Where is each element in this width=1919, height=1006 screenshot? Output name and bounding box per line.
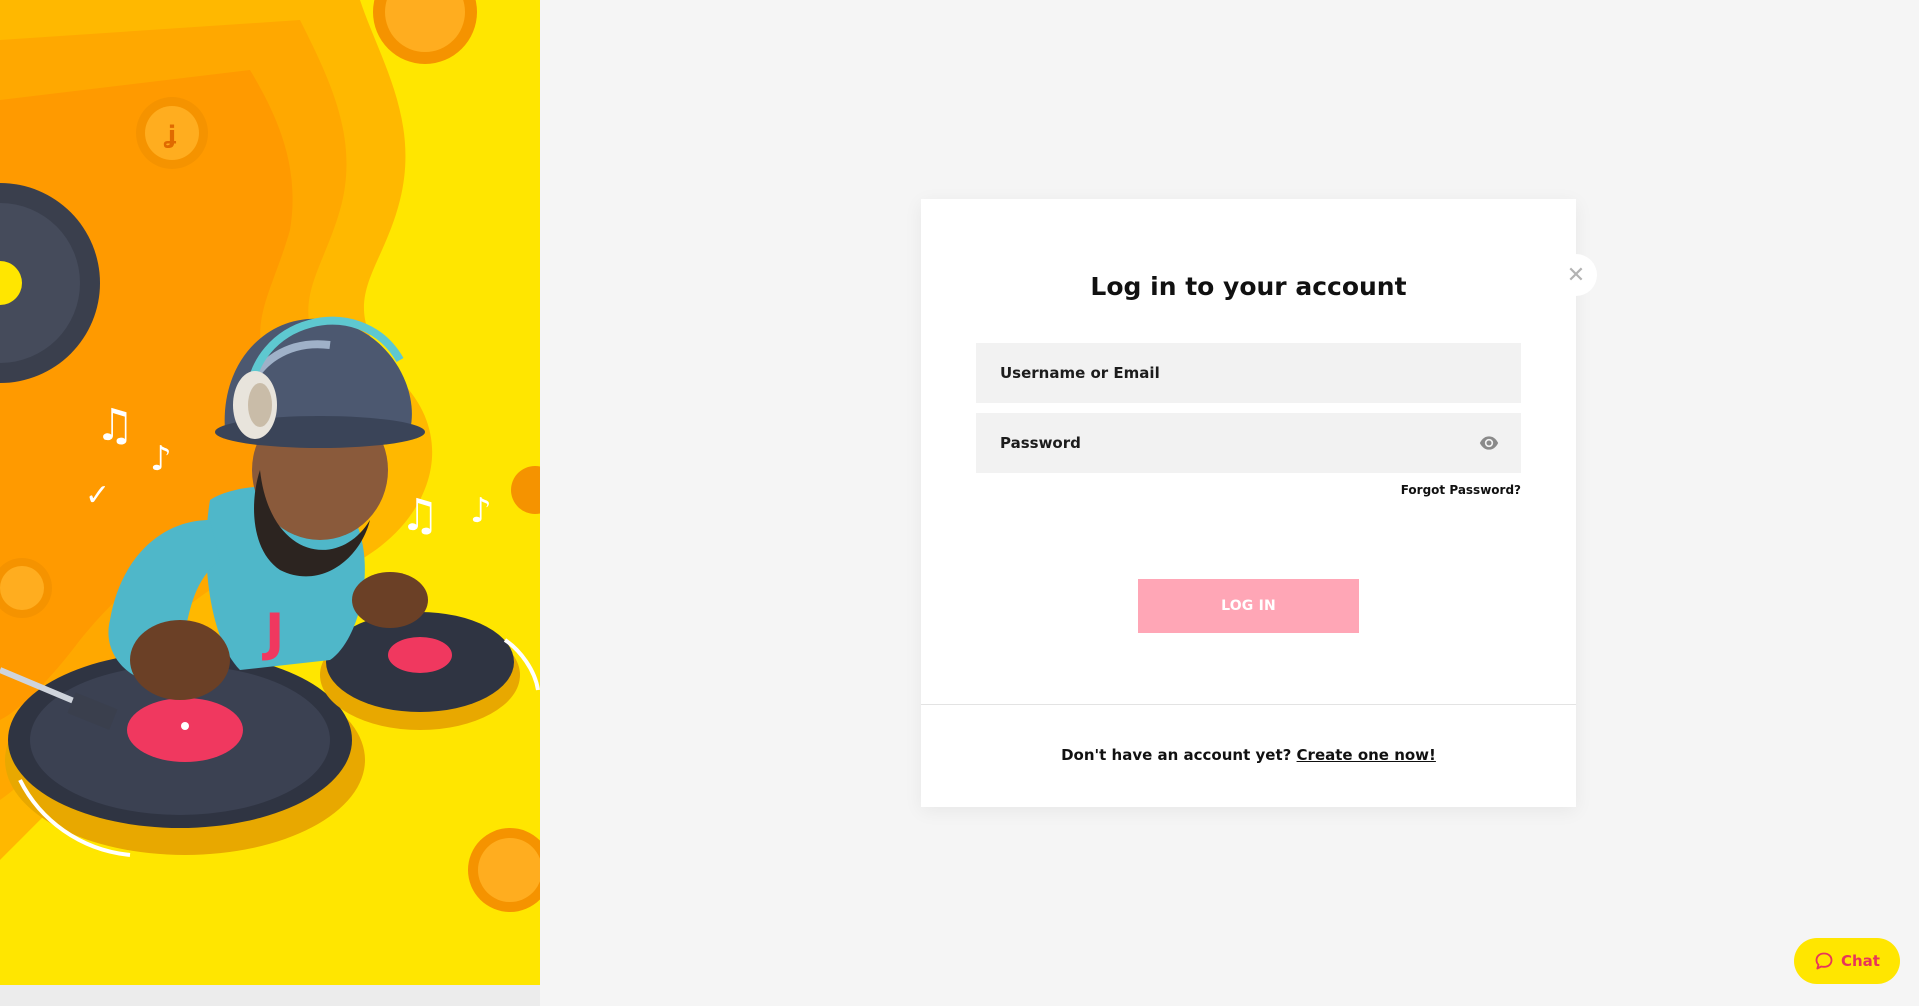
- chat-button[interactable]: Chat: [1794, 938, 1900, 984]
- svg-text:♫: ♫: [400, 490, 439, 541]
- signup-prompt: Don't have an account yet? Create one no…: [921, 746, 1576, 764]
- create-account-link[interactable]: Create one now!: [1297, 746, 1436, 764]
- username-placeholder: Username or Email: [1000, 364, 1160, 382]
- hero-illustration-panel: ʝ ♫ ♪ ♫ ♪ ✓ J: [0, 0, 540, 985]
- chat-label: Chat: [1841, 952, 1880, 970]
- svg-text:♫: ♫: [95, 400, 134, 451]
- username-input[interactable]: Username or Email: [976, 343, 1521, 403]
- password-input[interactable]: Password: [976, 413, 1521, 473]
- password-placeholder: Password: [1000, 434, 1081, 452]
- login-modal: Log in to your account Username or Email…: [921, 199, 1576, 807]
- svg-text:✓: ✓: [85, 478, 110, 513]
- svg-text:J: J: [262, 603, 284, 663]
- dj-mascot-illustration: ʝ ♫ ♪ ♫ ♪ ✓ J: [0, 0, 540, 912]
- svg-text:♪: ♪: [470, 491, 492, 531]
- coin-icon: [511, 466, 540, 514]
- forgot-password-link[interactable]: Forgot Password?: [1401, 483, 1521, 497]
- svg-text:♪: ♪: [150, 439, 172, 479]
- close-button[interactable]: ✕: [1555, 254, 1597, 296]
- no-account-text: Don't have an account yet?: [1061, 746, 1292, 764]
- hero-footer-strip: [0, 985, 540, 1006]
- modal-title: Log in to your account: [1090, 272, 1407, 301]
- login-button[interactable]: LOG IN: [1138, 579, 1359, 633]
- eye-icon[interactable]: [1479, 433, 1499, 453]
- chat-bubble-icon: [1815, 952, 1833, 970]
- close-icon: ✕: [1566, 262, 1586, 288]
- modal-divider: [921, 704, 1576, 705]
